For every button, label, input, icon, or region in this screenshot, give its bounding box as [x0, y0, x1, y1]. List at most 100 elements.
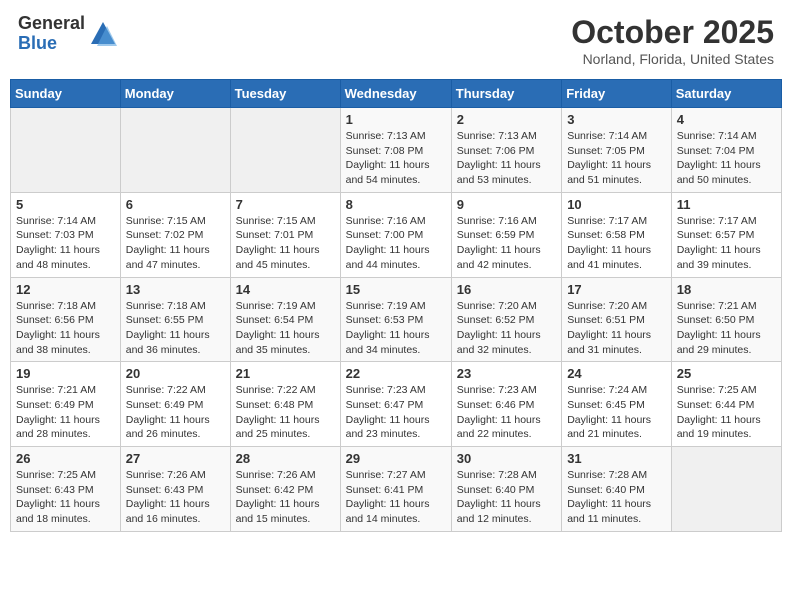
calendar-day-cell	[11, 108, 121, 193]
day-info: Sunrise: 7:17 AMSunset: 6:57 PMDaylight:…	[677, 214, 776, 273]
day-number: 16	[457, 282, 556, 297]
day-info: Sunrise: 7:16 AMSunset: 6:59 PMDaylight:…	[457, 214, 556, 273]
title-block: October 2025 Norland, Florida, United St…	[571, 14, 774, 67]
day-number: 24	[567, 366, 666, 381]
day-number: 7	[236, 197, 335, 212]
day-info: Sunrise: 7:20 AMSunset: 6:51 PMDaylight:…	[567, 299, 666, 358]
calendar-day-cell	[120, 108, 230, 193]
day-number: 15	[346, 282, 446, 297]
weekday-header: Monday	[120, 80, 230, 108]
calendar-day-cell: 22Sunrise: 7:23 AMSunset: 6:47 PMDayligh…	[340, 362, 451, 447]
day-info: Sunrise: 7:26 AMSunset: 6:43 PMDaylight:…	[126, 468, 225, 527]
day-number: 28	[236, 451, 335, 466]
day-number: 19	[16, 366, 115, 381]
day-info: Sunrise: 7:28 AMSunset: 6:40 PMDaylight:…	[567, 468, 666, 527]
day-number: 20	[126, 366, 225, 381]
day-info: Sunrise: 7:17 AMSunset: 6:58 PMDaylight:…	[567, 214, 666, 273]
logo-icon	[89, 20, 117, 48]
day-number: 30	[457, 451, 556, 466]
day-info: Sunrise: 7:23 AMSunset: 6:47 PMDaylight:…	[346, 383, 446, 442]
calendar-day-cell: 21 Sunrise: 7:22 AMSunset: 6:48 PMDayligh…	[230, 362, 340, 447]
calendar-day-cell: 2 Sunrise: 7:13 AMSunset: 7:06 PMDaylight…	[451, 108, 561, 193]
calendar-day-cell: 15Sunrise: 7:19 AMSunset: 6:53 PMDayligh…	[340, 277, 451, 362]
day-info: Sunrise: 7:13 AMSunset: 7:06 PMDaylight:…	[457, 129, 556, 188]
calendar-day-cell: 14 Sunrise: 7:19 AMSunset: 6:54 PMDayligh…	[230, 277, 340, 362]
calendar-day-cell: 19 Sunrise: 7:21 AMSunset: 6:49 PMDayligh…	[11, 362, 121, 447]
day-number: 3	[567, 112, 666, 127]
day-info: Sunrise: 7:14 AMSunset: 7:03 PMDaylight:…	[16, 214, 115, 273]
weekday-header: Thursday	[451, 80, 561, 108]
calendar-day-cell: 24Sunrise: 7:24 AMSunset: 6:45 PMDayligh…	[562, 362, 672, 447]
calendar-day-cell	[230, 108, 340, 193]
weekday-header: Wednesday	[340, 80, 451, 108]
day-number: 4	[677, 112, 776, 127]
calendar-week-row: 1 Sunrise: 7:13 AMSunset: 7:08 PMDaylight…	[11, 108, 782, 193]
calendar-day-cell: 20 Sunrise: 7:22 AMSunset: 6:49 PMDayligh…	[120, 362, 230, 447]
calendar-day-cell: 28 Sunrise: 7:26 AMSunset: 6:42 PMDayligh…	[230, 447, 340, 532]
calendar-day-cell: 16 Sunrise: 7:20 AMSunset: 6:52 PMDayligh…	[451, 277, 561, 362]
calendar-table: SundayMondayTuesdayWednesdayThursdayFrid…	[10, 79, 782, 532]
day-info: Sunrise: 7:21 AMSunset: 6:49 PMDaylight:…	[16, 383, 115, 442]
day-info: Sunrise: 7:25 AMSunset: 6:44 PMDaylight:…	[677, 383, 776, 442]
page-header: General Blue October 2025 Norland, Flori…	[10, 10, 782, 71]
day-info: Sunrise: 7:15 AMSunset: 7:01 PMDaylight:…	[236, 214, 335, 273]
calendar-day-cell: 10Sunrise: 7:17 AMSunset: 6:58 PMDayligh…	[562, 192, 672, 277]
logo-general: General	[18, 14, 85, 34]
day-info: Sunrise: 7:28 AMSunset: 6:40 PMDaylight:…	[457, 468, 556, 527]
day-number: 2	[457, 112, 556, 127]
day-number: 1	[346, 112, 446, 127]
day-info: Sunrise: 7:25 AMSunset: 6:43 PMDaylight:…	[16, 468, 115, 527]
day-info: Sunrise: 7:21 AMSunset: 6:50 PMDaylight:…	[677, 299, 776, 358]
calendar-header-row: SundayMondayTuesdayWednesdayThursdayFrid…	[11, 80, 782, 108]
calendar-week-row: 5Sunrise: 7:14 AMSunset: 7:03 PMDaylight…	[11, 192, 782, 277]
logo-blue: Blue	[18, 34, 85, 54]
calendar-day-cell: 29 Sunrise: 7:27 AMSunset: 6:41 PMDayligh…	[340, 447, 451, 532]
day-number: 14	[236, 282, 335, 297]
weekday-header: Sunday	[11, 80, 121, 108]
day-number: 8	[346, 197, 446, 212]
day-info: Sunrise: 7:18 AMSunset: 6:55 PMDaylight:…	[126, 299, 225, 358]
day-info: Sunrise: 7:15 AMSunset: 7:02 PMDaylight:…	[126, 214, 225, 273]
logo: General Blue	[18, 14, 117, 54]
calendar-day-cell: 12Sunrise: 7:18 AMSunset: 6:56 PMDayligh…	[11, 277, 121, 362]
day-number: 25	[677, 366, 776, 381]
day-info: Sunrise: 7:20 AMSunset: 6:52 PMDaylight:…	[457, 299, 556, 358]
calendar-day-cell: 9 Sunrise: 7:16 AMSunset: 6:59 PMDaylight…	[451, 192, 561, 277]
day-number: 13	[126, 282, 225, 297]
day-number: 29	[346, 451, 446, 466]
calendar-day-cell: 26Sunrise: 7:25 AMSunset: 6:43 PMDayligh…	[11, 447, 121, 532]
weekday-header: Tuesday	[230, 80, 340, 108]
day-number: 17	[567, 282, 666, 297]
day-number: 21	[236, 366, 335, 381]
day-info: Sunrise: 7:13 AMSunset: 7:08 PMDaylight:…	[346, 129, 446, 188]
day-number: 23	[457, 366, 556, 381]
calendar-day-cell: 4 Sunrise: 7:14 AMSunset: 7:04 PMDaylight…	[671, 108, 781, 193]
day-info: Sunrise: 7:22 AMSunset: 6:49 PMDaylight:…	[126, 383, 225, 442]
day-number: 6	[126, 197, 225, 212]
calendar-day-cell: 23 Sunrise: 7:23 AMSunset: 6:46 PMDayligh…	[451, 362, 561, 447]
calendar-day-cell: 30 Sunrise: 7:28 AMSunset: 6:40 PMDayligh…	[451, 447, 561, 532]
day-info: Sunrise: 7:27 AMSunset: 6:41 PMDaylight:…	[346, 468, 446, 527]
day-number: 9	[457, 197, 556, 212]
calendar-day-cell: 8Sunrise: 7:16 AMSunset: 7:00 PMDaylight…	[340, 192, 451, 277]
calendar-day-cell: 11 Sunrise: 7:17 AMSunset: 6:57 PMDayligh…	[671, 192, 781, 277]
calendar-day-cell: 1 Sunrise: 7:13 AMSunset: 7:08 PMDaylight…	[340, 108, 451, 193]
calendar-day-cell: 6 Sunrise: 7:15 AMSunset: 7:02 PMDaylight…	[120, 192, 230, 277]
calendar-day-cell: 17 Sunrise: 7:20 AMSunset: 6:51 PMDayligh…	[562, 277, 672, 362]
calendar-day-cell: 7 Sunrise: 7:15 AMSunset: 7:01 PMDaylight…	[230, 192, 340, 277]
day-info: Sunrise: 7:22 AMSunset: 6:48 PMDaylight:…	[236, 383, 335, 442]
calendar-week-row: 19 Sunrise: 7:21 AMSunset: 6:49 PMDayligh…	[11, 362, 782, 447]
calendar-day-cell	[671, 447, 781, 532]
day-number: 12	[16, 282, 115, 297]
calendar-day-cell: 25 Sunrise: 7:25 AMSunset: 6:44 PMDayligh…	[671, 362, 781, 447]
month-title: October 2025	[571, 14, 774, 51]
day-info: Sunrise: 7:26 AMSunset: 6:42 PMDaylight:…	[236, 468, 335, 527]
day-info: Sunrise: 7:14 AMSunset: 7:04 PMDaylight:…	[677, 129, 776, 188]
calendar-week-row: 12Sunrise: 7:18 AMSunset: 6:56 PMDayligh…	[11, 277, 782, 362]
day-number: 27	[126, 451, 225, 466]
day-number: 11	[677, 197, 776, 212]
day-info: Sunrise: 7:19 AMSunset: 6:54 PMDaylight:…	[236, 299, 335, 358]
day-info: Sunrise: 7:23 AMSunset: 6:46 PMDaylight:…	[457, 383, 556, 442]
calendar-day-cell: 27 Sunrise: 7:26 AMSunset: 6:43 PMDayligh…	[120, 447, 230, 532]
calendar-day-cell: 31Sunrise: 7:28 AMSunset: 6:40 PMDayligh…	[562, 447, 672, 532]
